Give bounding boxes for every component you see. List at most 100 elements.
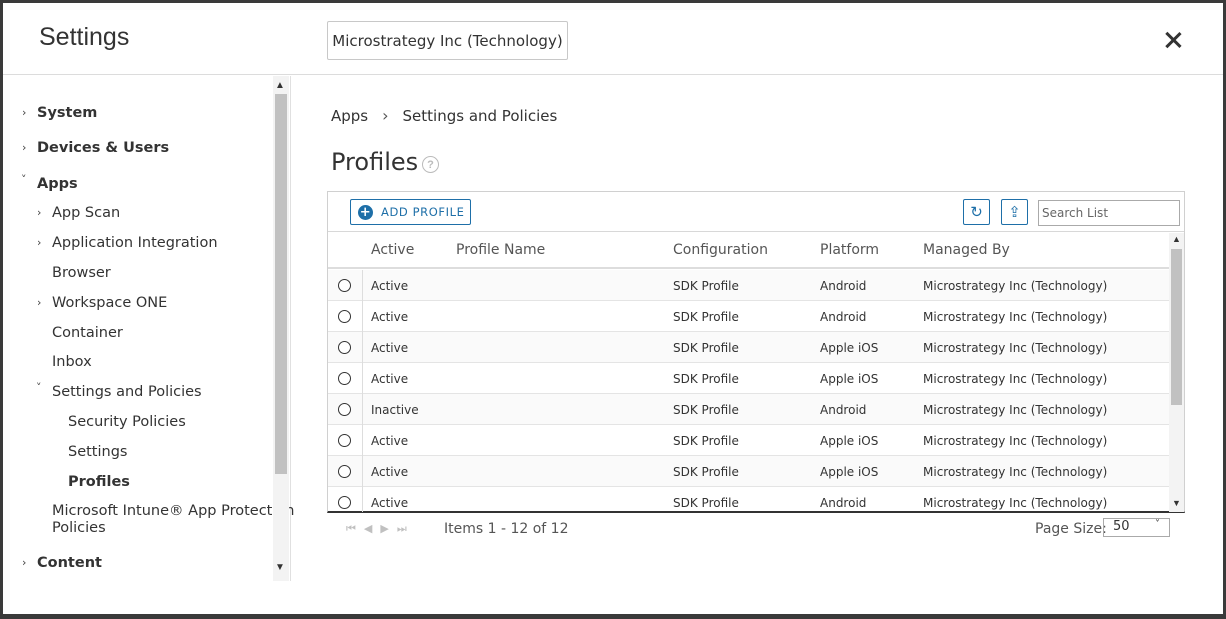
cell-active: Active: [371, 434, 409, 448]
table-row[interactable]: Inactive SDK Profile Android Microstrate…: [328, 394, 1169, 425]
breadcrumb-settings-and-policies[interactable]: Settings and Policies: [403, 107, 558, 125]
chevron-right-icon: ›: [382, 106, 389, 125]
table-row[interactable]: Active SDK Profile Apple iOS Microstrate…: [328, 456, 1169, 487]
add-profile-label: ADD PROFILE: [381, 205, 465, 219]
sidebar-item-profiles[interactable]: Profiles: [68, 474, 130, 490]
main-content: Apps › Settings and Policies Profiles ? …: [291, 76, 1223, 614]
chevron-down-icon[interactable]: ˅: [21, 173, 27, 186]
row-radio[interactable]: [338, 372, 351, 385]
sidebar-item-application-integration[interactable]: Application Integration: [52, 235, 218, 251]
column-header-platform[interactable]: Platform: [820, 242, 879, 258]
column-header-configuration[interactable]: Configuration: [673, 242, 768, 258]
row-select-cell: [328, 270, 363, 301]
cell-platform: Apple iOS: [820, 465, 879, 479]
scroll-down-icon[interactable]: ▼: [275, 562, 285, 573]
sidebar-item-browser[interactable]: Browser: [52, 265, 111, 281]
cell-active: Active: [371, 341, 409, 355]
organization-group-button[interactable]: Microstrategy Inc (Technology): [327, 21, 568, 60]
cell-managed-by: Microstrategy Inc (Technology): [923, 403, 1108, 417]
chevron-right-icon[interactable]: ›: [22, 106, 26, 119]
sidebar-item-intune-policies[interactable]: Policies: [52, 520, 106, 536]
sidebar-item-settings[interactable]: Settings: [68, 444, 127, 460]
cell-configuration: SDK Profile: [673, 403, 739, 417]
breadcrumb-apps[interactable]: Apps: [331, 107, 368, 125]
table-row[interactable]: Active SDK Profile Android Microstrategy…: [328, 270, 1169, 301]
sidebar-item-app-scan[interactable]: App Scan: [52, 205, 120, 221]
scroll-up-icon[interactable]: ▲: [275, 80, 285, 91]
sidebar-item-security-policies[interactable]: Security Policies: [68, 414, 186, 430]
scroll-up-icon[interactable]: ▲: [1172, 234, 1181, 244]
export-icon[interactable]: ⇪: [1001, 199, 1028, 225]
row-radio[interactable]: [338, 279, 351, 292]
scroll-down-icon[interactable]: ▼: [1172, 498, 1181, 508]
chevron-right-icon[interactable]: ›: [37, 236, 41, 249]
row-select-cell: [328, 456, 363, 487]
table-row[interactable]: Active SDK Profile Android Microstrategy…: [328, 301, 1169, 332]
table-body: Active SDK Profile Android Microstrategy…: [328, 270, 1169, 512]
cell-active: Active: [371, 310, 409, 324]
page-size-select[interactable]: 50 ˅: [1103, 518, 1170, 537]
pager-nav-icons[interactable]: ⏮◀▶⏭: [346, 522, 415, 536]
table-row[interactable]: Active SDK Profile Apple iOS Microstrate…: [328, 363, 1169, 394]
sidebar-item-system[interactable]: System: [37, 105, 97, 121]
cell-managed-by: Microstrategy Inc (Technology): [923, 496, 1108, 510]
cell-managed-by: Microstrategy Inc (Technology): [923, 434, 1108, 448]
row-radio[interactable]: [338, 434, 351, 447]
add-profile-button[interactable]: + ADD PROFILE: [350, 199, 471, 225]
cell-active: Active: [371, 372, 409, 386]
column-header-active[interactable]: Active: [371, 242, 414, 258]
table-row[interactable]: Active SDK Profile Apple iOS Microstrate…: [328, 332, 1169, 363]
refresh-icon[interactable]: ↻: [963, 199, 990, 225]
cell-platform: Android: [820, 279, 867, 293]
modal-title: Settings: [39, 23, 130, 51]
row-radio[interactable]: [338, 465, 351, 478]
cell-configuration: SDK Profile: [673, 465, 739, 479]
sidebar-item-container[interactable]: Container: [52, 325, 123, 341]
grid-toolbar: + ADD PROFILE ↻ ⇪: [328, 192, 1184, 232]
close-icon[interactable]: [1161, 27, 1185, 53]
cell-configuration: SDK Profile: [673, 372, 739, 386]
cell-configuration: SDK Profile: [673, 341, 739, 355]
column-header-profile-name[interactable]: Profile Name: [456, 242, 545, 258]
row-radio[interactable]: [338, 310, 351, 323]
row-select-cell: [328, 363, 363, 394]
cell-configuration: SDK Profile: [673, 310, 739, 324]
cell-platform: Android: [820, 496, 867, 510]
cell-active: Inactive: [371, 403, 419, 417]
sidebar-item-settings-and-policies[interactable]: Settings and Policies: [52, 384, 202, 400]
row-radio[interactable]: [338, 403, 351, 416]
help-icon[interactable]: ?: [422, 156, 439, 173]
chevron-right-icon[interactable]: ›: [22, 141, 26, 154]
pager: ⏮◀▶⏭ Items 1 - 12 of 12 Page Size: 50 ˅: [327, 517, 1185, 543]
chevron-right-icon[interactable]: ›: [22, 556, 26, 569]
row-select-cell: [328, 425, 363, 456]
settings-modal: Settings Microstrategy Inc (Technology) …: [3, 3, 1223, 614]
settings-sidebar: › System › Devices & Users ˅ Apps › App …: [3, 76, 294, 581]
sidebar-item-apps[interactable]: Apps: [37, 176, 78, 192]
search-input[interactable]: [1038, 200, 1180, 226]
cell-managed-by: Microstrategy Inc (Technology): [923, 310, 1108, 324]
plus-icon: +: [358, 204, 373, 220]
cell-active: Active: [371, 496, 409, 510]
sidebar-scrollbar-thumb[interactable]: [275, 94, 287, 474]
row-select-cell: [328, 487, 363, 512]
grid-scrollbar-thumb[interactable]: [1171, 249, 1182, 405]
modal-header: Settings Microstrategy Inc (Technology): [3, 3, 1223, 75]
table-header: Active Profile Name Configuration Platfo…: [328, 233, 1169, 269]
chevron-right-icon[interactable]: ›: [37, 206, 41, 219]
table-row[interactable]: Active SDK Profile Apple iOS Microstrate…: [328, 425, 1169, 456]
chevron-down-icon[interactable]: ˅: [36, 381, 42, 394]
sidebar-item-inbox[interactable]: Inbox: [52, 354, 92, 370]
sidebar-item-devices-users[interactable]: Devices & Users: [37, 140, 169, 156]
table-row[interactable]: Active SDK Profile Android Microstrategy…: [328, 487, 1169, 512]
row-radio[interactable]: [338, 341, 351, 354]
sidebar-item-content[interactable]: Content: [37, 555, 102, 571]
sidebar-item-intune-app-protection[interactable]: Microsoft Intune® App Protection: [52, 503, 294, 519]
column-header-managed-by[interactable]: Managed By: [923, 242, 1010, 258]
profiles-grid: + ADD PROFILE ↻ ⇪ Active Profile Name Co…: [327, 191, 1185, 513]
page-size-value: 50: [1113, 519, 1130, 534]
cell-platform: Android: [820, 310, 867, 324]
chevron-right-icon[interactable]: ›: [37, 296, 41, 309]
row-radio[interactable]: [338, 496, 351, 509]
sidebar-item-workspace-one[interactable]: Workspace ONE: [52, 295, 167, 311]
